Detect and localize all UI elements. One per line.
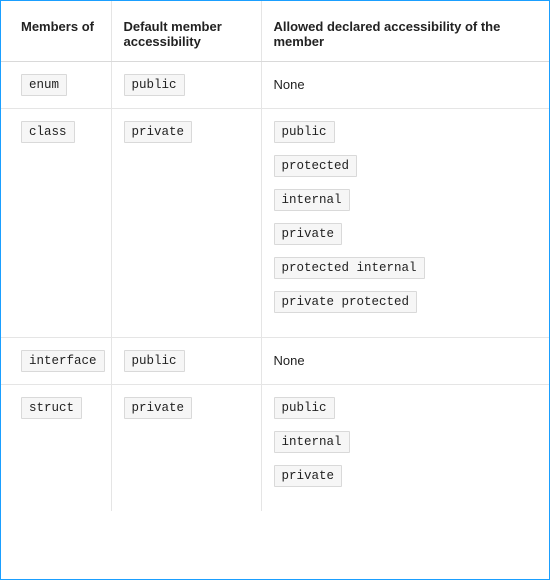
- allowed-plain-text: None: [274, 74, 305, 92]
- cell-default-accessibility: public: [111, 338, 261, 385]
- allowed-accessibility-code: internal: [274, 189, 350, 211]
- header-allowed-accessibility: Allowed declared accessibility of the me…: [261, 1, 549, 62]
- allowed-accessibility-code: private protected: [274, 291, 418, 313]
- table-row: enum public None: [1, 62, 549, 109]
- table-row: interface public None: [1, 338, 549, 385]
- default-accessibility-code: public: [124, 350, 185, 372]
- allowed-accessibility-code: private: [274, 223, 343, 245]
- allowed-plain-text: None: [274, 350, 305, 368]
- allowed-accessibility-code: private: [274, 465, 343, 487]
- header-default-accessibility: Default member accessibility: [111, 1, 261, 62]
- default-accessibility-code: private: [124, 121, 193, 143]
- allowed-accessibility-code: public: [274, 397, 335, 419]
- cell-allowed-accessibility: public internal private: [261, 385, 549, 512]
- allowed-accessibility-code: protected: [274, 155, 358, 177]
- default-accessibility-code: private: [124, 397, 193, 419]
- cell-members-of: enum: [1, 62, 111, 109]
- cell-allowed-accessibility: public protected internal private protected …: [261, 109, 549, 338]
- table-row: struct private public internal private: [1, 385, 549, 512]
- cell-default-accessibility: private: [111, 385, 261, 512]
- cell-default-accessibility: public: [111, 62, 261, 109]
- allowed-codes-list: public internal private: [274, 397, 538, 499]
- table-row: class private public protected internal priva…: [1, 109, 549, 338]
- cell-members-of: interface: [1, 338, 111, 385]
- members-type-code: class: [21, 121, 75, 143]
- cell-allowed-accessibility: None: [261, 62, 549, 109]
- members-type-code: interface: [21, 350, 105, 372]
- allowed-accessibility-code: protected internal: [274, 257, 425, 279]
- cell-default-accessibility: private: [111, 109, 261, 338]
- allowed-accessibility-code: internal: [274, 431, 350, 453]
- cell-allowed-accessibility: None: [261, 338, 549, 385]
- default-accessibility-code: public: [124, 74, 185, 96]
- cell-members-of: class: [1, 109, 111, 338]
- cell-members-of: struct: [1, 385, 111, 512]
- members-type-code: struct: [21, 397, 82, 419]
- accessibility-table: Members of Default member accessibility …: [1, 1, 549, 511]
- header-members-of: Members of: [1, 1, 111, 62]
- allowed-accessibility-code: public: [274, 121, 335, 143]
- members-type-code: enum: [21, 74, 67, 96]
- allowed-codes-list: public protected internal private protected …: [274, 121, 538, 325]
- accessibility-table-frame: Members of Default member accessibility …: [0, 0, 550, 580]
